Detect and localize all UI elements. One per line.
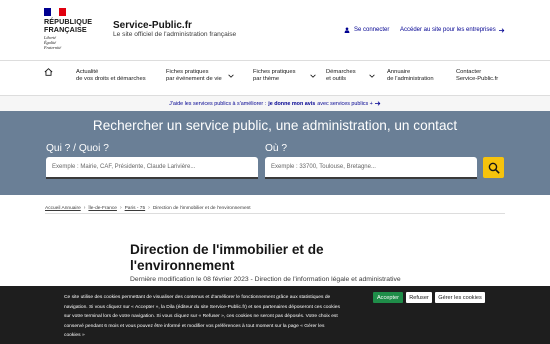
- republic-line-2: FRANÇAISE: [44, 25, 87, 34]
- nav-item-line2: par événement de vie: [166, 76, 222, 83]
- refuse-cookies-button[interactable]: Refuser: [406, 292, 432, 303]
- home-icon[interactable]: [44, 68, 53, 76]
- notice-pre: J'aide les services publics à s'améliore…: [169, 100, 267, 107]
- nav-item-line1: Fiches pratiques: [253, 69, 296, 75]
- accept-cookies-button[interactable]: Accepter: [373, 292, 403, 303]
- search-button[interactable]: [483, 157, 504, 178]
- page-title: Direction de l'immobilier et de l'enviro…: [130, 242, 324, 273]
- nav-item-evenement-de-vie[interactable]: Fiches pratiques par événement de vie: [166, 69, 234, 84]
- what-label: Qui ? / Quoi ?: [46, 143, 109, 154]
- flag-blue: [44, 8, 52, 16]
- search-title: Rechercher un service public, une admini…: [92, 118, 458, 133]
- flag-red: [58, 8, 66, 16]
- french-flag-icon: [44, 8, 66, 16]
- main-navigation: Actualité de vos droits et démarches Fic…: [0, 60, 550, 96]
- notice-bold: je donne mon avis: [268, 100, 316, 107]
- pro-site-label: Accéder au site pour les entreprises: [400, 27, 496, 33]
- site-title[interactable]: Service-Public.fr: [113, 20, 192, 31]
- nav-item-line2: Service-Public.fr: [456, 76, 499, 83]
- chevron-down-icon: [369, 74, 375, 78]
- cookie-line: conservé pendant 6 mois et vous pouvez ê…: [64, 323, 325, 329]
- nav-item-annuaire[interactable]: Annuaire de l'administration: [387, 69, 434, 84]
- chevron-right-icon: ›: [83, 205, 86, 211]
- cookie-text: Ce site utilise des cookies permettant d…: [64, 293, 364, 341]
- cookie-line: Ce site utilise des cookies permettant d…: [64, 295, 331, 300]
- pro-site-link[interactable]: Accéder au site pour les entreprises: [400, 27, 505, 33]
- republique-francaise-logo[interactable]: RÉPUBLIQUE FRANÇAISE Liberté Égalité Fra…: [44, 8, 100, 50]
- user-icon: [344, 27, 350, 33]
- nav-item-demarches[interactable]: Démarches et outils: [326, 69, 375, 84]
- nav-item-line2: de l'administration: [387, 76, 434, 83]
- site-subtitle: Le site officiel de l'administration fra…: [113, 31, 237, 38]
- motto-fraternite: Fraternité: [44, 44, 62, 50]
- connect-label: Se connecter: [354, 27, 390, 33]
- nav-item-actualite[interactable]: Actualité de vos droits et démarches: [76, 69, 146, 84]
- cookie-line: cookies »: [64, 333, 85, 339]
- breadcrumb-home[interactable]: Accueil Annuaire: [45, 206, 81, 211]
- nav-item-line2: par thème: [253, 76, 280, 83]
- feedback-notice[interactable]: J'aide les services publics à s'améliore…: [0, 96, 550, 111]
- arrow-right-icon: [498, 27, 505, 33]
- notice-post: avec services publics +: [317, 100, 373, 107]
- nav-item-line1: Fiches pratiques: [166, 69, 209, 75]
- cookie-line: navigation. Si vous cliquez sur « Accept…: [64, 304, 340, 310]
- nav-item-line1: Actualité: [76, 69, 99, 75]
- chevron-down-icon: [310, 74, 316, 78]
- last-updated: Dernière modification le 08 février 2023…: [130, 276, 401, 283]
- chevron-down-icon: [228, 74, 234, 78]
- nav-item-line1: Contacter: [456, 69, 482, 75]
- site-header: RÉPUBLIQUE FRANÇAISE Liberté Égalité Fra…: [0, 0, 550, 60]
- nav-item-line2: de vos droits et démarches: [76, 76, 146, 83]
- connect-link[interactable]: Se connecter: [344, 27, 389, 33]
- motto: Liberté Égalité Fraternité: [44, 35, 100, 50]
- nav-item-par-theme[interactable]: Fiches pratiques par thème: [253, 69, 316, 84]
- where-label: Où ?: [265, 143, 288, 154]
- chevron-right-icon: ›: [148, 205, 150, 211]
- nav-item-line1: Démarches: [326, 69, 356, 75]
- nav-item-contacter[interactable]: Contacter Service-Public.fr: [456, 69, 498, 84]
- breadcrumb: Accueil Annuaire › Île-de-France › Paris…: [45, 205, 251, 211]
- flag-white: [51, 8, 59, 16]
- breadcrumb-department[interactable]: Paris - 75: [125, 206, 146, 211]
- search-icon: [488, 162, 500, 174]
- nav-item-line1: Annuaire: [387, 69, 411, 75]
- nav-item-line2: et outils: [326, 76, 346, 83]
- chevron-right-icon: ›: [119, 205, 122, 211]
- arrow-right-icon: [374, 101, 381, 106]
- what-input[interactable]: Exemple : Mairie, CAF, Présidente, Claud…: [46, 157, 258, 179]
- where-input[interactable]: Exemple : 33700, Toulouse, Bretagne...: [265, 157, 477, 179]
- divider: [45, 213, 505, 214]
- breadcrumb-region[interactable]: Île-de-France: [88, 206, 117, 211]
- breadcrumb-current: Direction de l'immobilier et de l'enviro…: [152, 205, 251, 211]
- cookie-line: sur votre terminal lors de votre navigat…: [64, 314, 338, 320]
- manage-cookies-button[interactable]: Gérer les cookies: [435, 292, 485, 303]
